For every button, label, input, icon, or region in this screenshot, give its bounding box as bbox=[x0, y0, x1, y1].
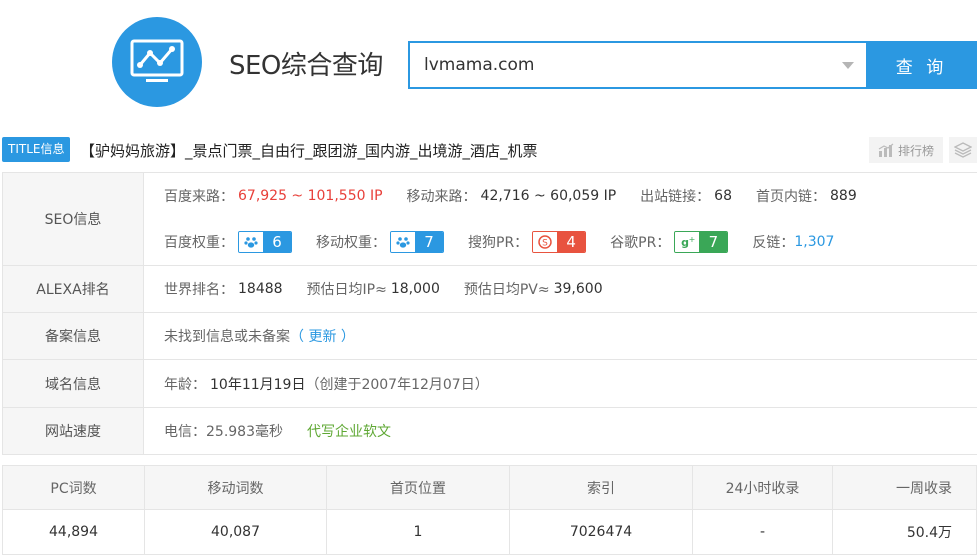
mobile-weight-label: 移动权重： bbox=[316, 235, 386, 251]
rank-button[interactable]: 排行榜 bbox=[869, 137, 943, 163]
search-input[interactable]: lvmama.com bbox=[408, 41, 868, 89]
world-rank-value: 18488 bbox=[238, 281, 283, 297]
stats-header-home-position: 首页位置 bbox=[327, 466, 510, 509]
google-plus-icon: g + bbox=[681, 235, 695, 249]
speed-value: 电信：25.983毫秒 bbox=[164, 424, 283, 440]
mobile-traffic-label: 移动来路： bbox=[406, 189, 477, 205]
daily-pv-label: 预估日均PV≈ bbox=[463, 282, 550, 298]
search-button[interactable]: 查 询 bbox=[866, 41, 977, 89]
info-table: SEO信息 百度来路： 67,925 ~ 101,550 IP 移动来路： 42,7… bbox=[2, 172, 977, 455]
baidu-weight-label: 百度权重： bbox=[164, 235, 234, 251]
mobile-traffic-value: 42,716 ~ 60,059 IP bbox=[480, 188, 617, 204]
backlink-value[interactable]: 1,307 bbox=[794, 234, 834, 250]
icp-text: 未找到信息或未备案 bbox=[164, 329, 290, 345]
ad-link[interactable]: 代写企业软文 bbox=[307, 421, 391, 441]
mobile-weight-value: 7 bbox=[415, 232, 443, 252]
line-chart-monitor-icon bbox=[130, 39, 184, 82]
layers-button[interactable] bbox=[949, 137, 977, 163]
stats-header-mobile-words: 移动词数 bbox=[145, 466, 327, 509]
stats-header-pc-words: PC词数 bbox=[3, 466, 145, 509]
baidu-traffic-label: 百度来路： bbox=[164, 189, 234, 205]
row-label-icp: 备案信息 bbox=[2, 313, 144, 359]
stats-value-index[interactable]: 7026474 bbox=[510, 510, 693, 554]
backlink-label: 反链： bbox=[752, 235, 795, 251]
domain-age-value: 10年11月19日 bbox=[210, 376, 306, 393]
page-title: SEO综合查询 bbox=[229, 51, 383, 81]
stats-table: PC词数 移动词数 首页位置 索引 24小时收录 一周收录 44,894 40,… bbox=[2, 465, 977, 555]
stats-value-24h: - bbox=[693, 510, 833, 554]
daily-ip-value: 18,000 bbox=[390, 281, 440, 297]
row-label-speed: 网站速度 bbox=[2, 408, 144, 454]
google-pr-value: 7 bbox=[699, 232, 728, 252]
row-label-alexa: ALEXA排名 bbox=[2, 266, 144, 312]
stats-header-row: PC词数 移动词数 首页位置 索引 24小时收录 一周收录 bbox=[3, 466, 977, 510]
stats-value-week[interactable]: 50.4万 bbox=[833, 510, 977, 554]
alexa-row: ALEXA排名 世界排名： 18488 预估日均IP≈ 18,000 预估日均PV≈… bbox=[2, 266, 977, 313]
stats-value-home-position: 1 bbox=[327, 510, 510, 554]
google-pr-badge[interactable]: g + 7 bbox=[674, 231, 729, 253]
icp-update-link[interactable]: （ 更新 ） bbox=[290, 326, 355, 346]
seo-row: SEO信息 百度来路： 67,925 ~ 101,550 IP 移动来路： 42,7… bbox=[2, 173, 977, 266]
chevron-down-icon[interactable] bbox=[842, 62, 854, 69]
title-tag: TITLE信息 bbox=[2, 137, 71, 162]
baidu-weight-value: 6 bbox=[263, 232, 291, 252]
internal-value[interactable]: 889 bbox=[830, 188, 857, 204]
daily-ip-label: 预估日均IP≈ bbox=[306, 282, 387, 298]
stats-value-row: 44,894 40,087 1 7026474 - 50.4万 bbox=[3, 510, 977, 554]
icp-row: 备案信息 未找到信息或未备案 （ 更新 ） bbox=[2, 313, 977, 360]
world-rank-label: 世界排名： bbox=[164, 282, 234, 298]
baidu-traffic-value[interactable]: 67,925 ~ 101,550 IP bbox=[238, 188, 383, 204]
stats-value-pc-words[interactable]: 44,894 bbox=[3, 510, 145, 554]
outbound-value[interactable]: 68 bbox=[714, 188, 732, 204]
sogou-pr-value: 4 bbox=[557, 232, 586, 252]
domain-age-label: 年龄： bbox=[164, 376, 206, 393]
layers-icon bbox=[954, 142, 972, 158]
domain-row: 域名信息 年龄： 10年11月19日 （创建于2007年12月07日） bbox=[2, 360, 977, 408]
daily-pv-value: 39,600 bbox=[553, 281, 603, 297]
svg-text:+: + bbox=[689, 235, 695, 244]
stats-header-index: 索引 bbox=[510, 466, 693, 509]
domain-created: （创建于2007年12月07日） bbox=[305, 376, 489, 393]
svg-text:S: S bbox=[542, 239, 548, 249]
paw-icon bbox=[396, 237, 410, 248]
internal-label: 首页内链： bbox=[756, 189, 826, 205]
speed-row: 网站速度 电信：25.983毫秒 代写企业软文 bbox=[2, 408, 977, 455]
rank-button-label: 排行榜 bbox=[897, 143, 934, 158]
baidu-weight-badge[interactable]: 6 bbox=[238, 231, 292, 253]
stats-header-24h: 24小时收录 bbox=[693, 466, 833, 509]
sogou-pr-badge[interactable]: S 4 bbox=[532, 231, 587, 253]
bar-chart-icon bbox=[878, 143, 894, 157]
mobile-weight-badge[interactable]: 7 bbox=[390, 231, 444, 253]
google-pr-label: 谷歌PR： bbox=[610, 235, 671, 251]
search-input-value[interactable]: lvmama.com bbox=[424, 55, 534, 75]
page-title-text: 【驴妈妈旅游】_景点门票_自由行_跟团游_国内游_出境游_酒店_机票 bbox=[80, 142, 538, 160]
outbound-label: 出站链接： bbox=[640, 189, 711, 205]
sogou-pr-label: 搜狗PR： bbox=[468, 235, 529, 251]
stats-header-week: 一周收录 bbox=[833, 466, 977, 509]
paw-icon bbox=[244, 237, 258, 248]
stats-value-mobile-words[interactable]: 40,087 bbox=[145, 510, 327, 554]
row-label-domain: 域名信息 bbox=[2, 360, 144, 407]
sogou-icon: S bbox=[538, 235, 552, 249]
row-label-seo: SEO信息 bbox=[2, 173, 144, 265]
logo[interactable] bbox=[112, 17, 202, 107]
